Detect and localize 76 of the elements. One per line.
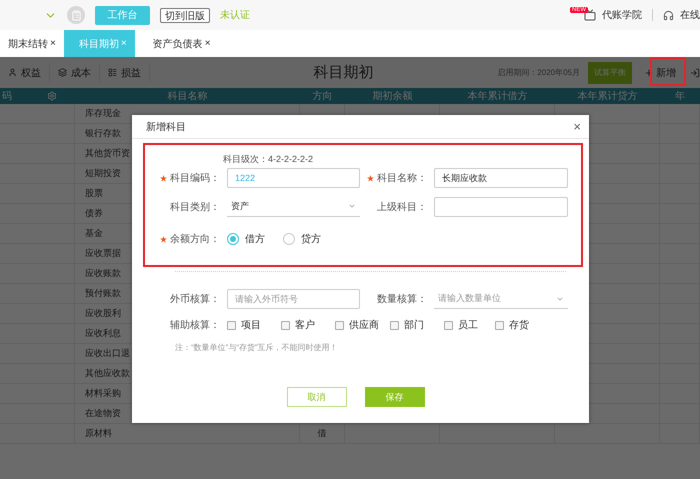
checkbox-option[interactable]: 部门 bbox=[390, 318, 444, 332]
checkbox-option[interactable]: 供应商 bbox=[335, 318, 390, 332]
status-text: 未认证 bbox=[220, 8, 250, 22]
level-hint: 科目级次：4-2-2-2-2-2 bbox=[223, 153, 314, 166]
tab[interactable]: 资产负债表 × bbox=[144, 30, 219, 57]
period-text: 启用期间：2020年05月 bbox=[497, 67, 580, 78]
checkbox[interactable] bbox=[335, 320, 344, 330]
table-cell: 应收股利 bbox=[85, 307, 121, 320]
radio-icon[interactable] bbox=[283, 233, 295, 245]
close-button[interactable]: × bbox=[573, 119, 581, 134]
radio-label: 贷方 bbox=[301, 232, 321, 246]
column-header: 本年累计借方 bbox=[468, 90, 528, 103]
settings-icon[interactable] bbox=[47, 91, 57, 101]
caret-icon bbox=[348, 202, 356, 210]
dialog-title: 新增科目 bbox=[146, 120, 186, 134]
table-cell: 原材料 bbox=[85, 427, 112, 440]
table-cell: 股票 bbox=[85, 187, 103, 200]
table-cell: 银行存款 bbox=[85, 127, 121, 140]
online-link[interactable]: 在线 bbox=[680, 8, 700, 22]
radio-label: 借方 bbox=[245, 232, 265, 246]
tv-icon[interactable] bbox=[584, 9, 596, 21]
tab[interactable]: 期末结转 × bbox=[0, 30, 64, 57]
field-label: 科目编码： bbox=[170, 172, 220, 185]
radio-option[interactable]: 贷方 bbox=[283, 232, 321, 246]
column-header: 科目名称 bbox=[168, 90, 208, 103]
note-text: 注：“数量单位”与“存货”互斥，不能同时使用！ bbox=[175, 342, 339, 353]
field-label: 上级科目： bbox=[377, 200, 427, 214]
table-cell: 应收出口退 bbox=[85, 347, 130, 360]
person-icon bbox=[8, 68, 17, 77]
column-header: 期初余额 bbox=[372, 90, 412, 103]
table-cell: 应收票据 bbox=[85, 247, 121, 260]
table-cell: 债券 bbox=[85, 207, 103, 220]
checkbox-option[interactable]: 项目 bbox=[227, 318, 281, 332]
column-header: 本年累计贷方 bbox=[578, 90, 638, 103]
parent-field[interactable] bbox=[434, 196, 568, 216]
switch-version-button[interactable]: 切到旧版 bbox=[160, 8, 210, 22]
column-header: 码 bbox=[2, 90, 12, 103]
table-cell: 应收账款 bbox=[85, 267, 121, 280]
checkbox-option[interactable]: 客户 bbox=[281, 318, 335, 332]
checkbox-option[interactable]: 员工 bbox=[444, 318, 495, 332]
table-cell: 预付账款 bbox=[85, 287, 121, 300]
field-label: 余额方向： bbox=[170, 232, 220, 246]
currency-field[interactable]: 请输入外币符号 bbox=[227, 289, 360, 309]
table-cell: 应收利息 bbox=[85, 327, 121, 340]
column-header: 方向 bbox=[312, 90, 332, 103]
checkbox-option[interactable]: 存货 bbox=[495, 318, 535, 332]
checkbox[interactable] bbox=[227, 320, 236, 330]
layers-icon bbox=[58, 68, 67, 77]
field-label: 外币核算： bbox=[169, 292, 220, 306]
field-label: 科目类别： bbox=[170, 200, 220, 214]
checkbox[interactable] bbox=[281, 320, 290, 330]
academy-link[interactable]: 代账学院 bbox=[602, 8, 642, 22]
page-title: 科目期初 bbox=[312, 63, 375, 82]
table-cell: 借 bbox=[318, 427, 326, 440]
checkbox[interactable] bbox=[390, 320, 399, 330]
checkbox[interactable] bbox=[444, 320, 453, 330]
field-label: 数量核算： bbox=[376, 292, 427, 306]
export-icon[interactable] bbox=[690, 68, 700, 78]
field-label: 辅助核算： bbox=[169, 318, 220, 332]
table-cell: 在途物资 bbox=[85, 407, 121, 420]
table-cell: 其他应收款 bbox=[85, 367, 130, 380]
field-label: 科目名称： bbox=[377, 172, 427, 185]
checkbox[interactable] bbox=[495, 320, 504, 330]
table-cell: 基金 bbox=[85, 227, 103, 240]
table-cell: 材料采购 bbox=[85, 387, 121, 400]
table-cell: 短期投资 bbox=[85, 167, 121, 180]
radio-option[interactable]: 借方 bbox=[227, 232, 265, 246]
name-field[interactable]: 长期应收款 bbox=[434, 168, 568, 188]
category-select[interactable]: 资产 bbox=[227, 196, 360, 216]
headset-icon[interactable] bbox=[663, 10, 674, 20]
table-cell: 其他货币资 bbox=[85, 147, 130, 160]
table-cell: 库存现金 bbox=[85, 107, 121, 120]
radio-icon[interactable] bbox=[227, 233, 239, 245]
column-header: 年 bbox=[675, 90, 685, 103]
list-icon bbox=[108, 68, 117, 77]
clipboard-icon[interactable] bbox=[67, 6, 85, 24]
